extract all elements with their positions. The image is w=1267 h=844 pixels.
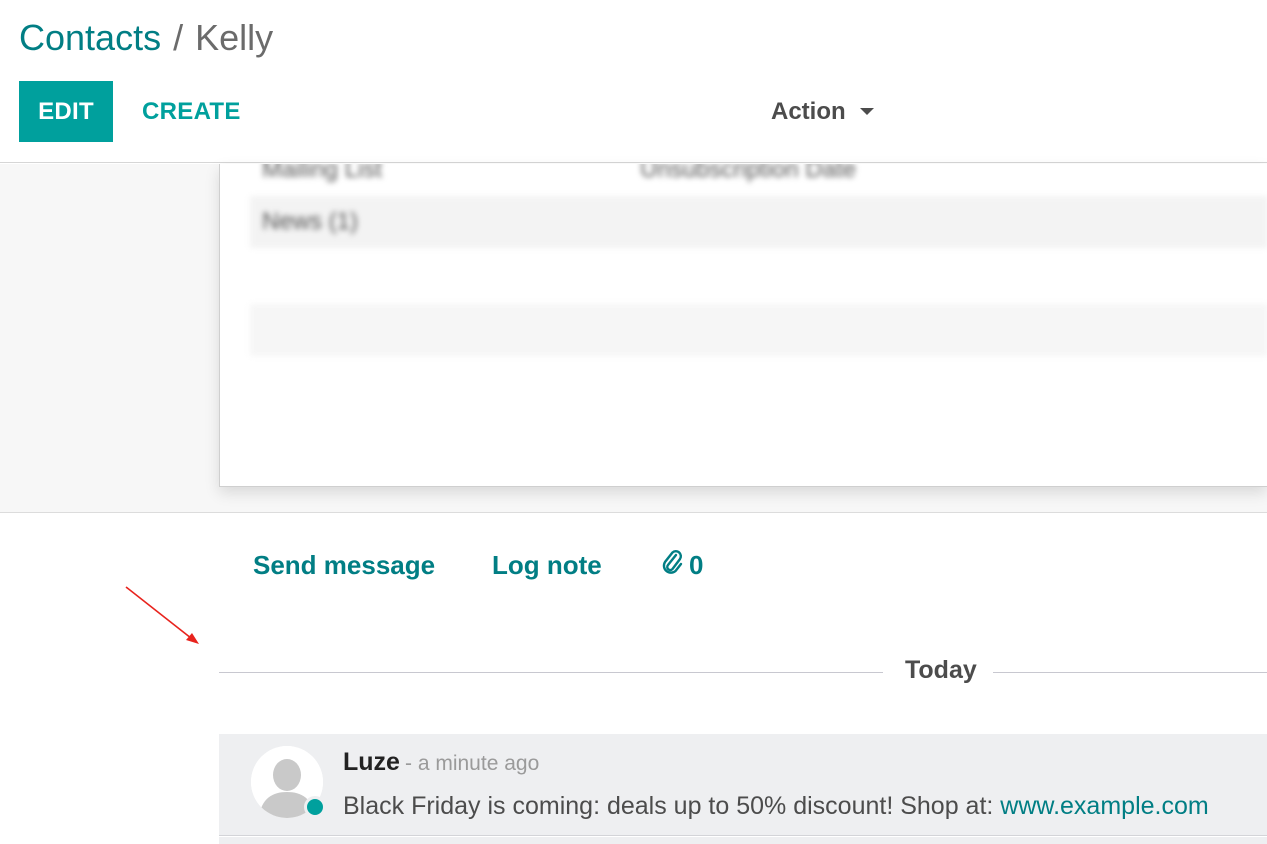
date-separator: Today	[219, 650, 1267, 694]
next-message-edge	[219, 837, 1267, 844]
date-separator-label: Today	[905, 656, 977, 684]
form-sheet: Mailing List Unsubscription Date News (1…	[219, 164, 1267, 487]
date-separator-line-right	[993, 672, 1267, 673]
message-body-text: Black Friday is coming: deals up to 50% …	[343, 792, 1001, 820]
breadcrumb-current: Kelly	[195, 17, 274, 58]
online-status-dot	[304, 796, 326, 818]
send-message-button[interactable]: Send message	[253, 540, 435, 590]
blurred-cell-news: News (1)	[262, 208, 359, 235]
attachment-count: 0	[689, 549, 704, 580]
breadcrumb-separator: /	[173, 17, 184, 58]
blurred-column-mailing-list: Mailing List	[262, 164, 383, 183]
create-button[interactable]: CREATE	[142, 81, 241, 142]
chatter-message: Luze - a minute ago Black Friday is comi…	[219, 734, 1267, 836]
caret-down-icon	[859, 108, 874, 115]
message-date: - a minute ago	[405, 752, 540, 775]
message-author[interactable]: Luze	[343, 748, 400, 777]
breadcrumb-contacts-link[interactable]: Contacts	[19, 17, 161, 58]
form-view: Mailing List Unsubscription Date News (1…	[0, 164, 1267, 513]
message-link[interactable]: www.example.com	[1000, 792, 1208, 820]
blurred-column-unsubscription-date: Unsubscription Date	[640, 164, 857, 183]
paperclip-icon	[661, 549, 683, 582]
red-arrow-icon	[120, 580, 210, 655]
mailing-list-header-row: Mailing List Unsubscription Date	[250, 164, 1160, 196]
log-note-button[interactable]: Log note	[492, 540, 602, 590]
attachments-button[interactable]: 0	[661, 540, 703, 590]
control-panel: Contacts / Kelly EDIT CREATE Action	[0, 0, 1267, 163]
edit-button[interactable]: EDIT	[19, 81, 113, 142]
date-separator-line-left	[219, 672, 883, 673]
breadcrumb: Contacts / Kelly	[19, 14, 273, 62]
action-dropdown[interactable]: Action	[771, 81, 874, 142]
action-dropdown-label: Action	[771, 97, 846, 125]
blurred-empty-row	[250, 304, 1267, 356]
mailing-list-row: News (1)	[250, 208, 1160, 248]
message-body: Black Friday is coming: deals up to 50% …	[343, 792, 1209, 821]
